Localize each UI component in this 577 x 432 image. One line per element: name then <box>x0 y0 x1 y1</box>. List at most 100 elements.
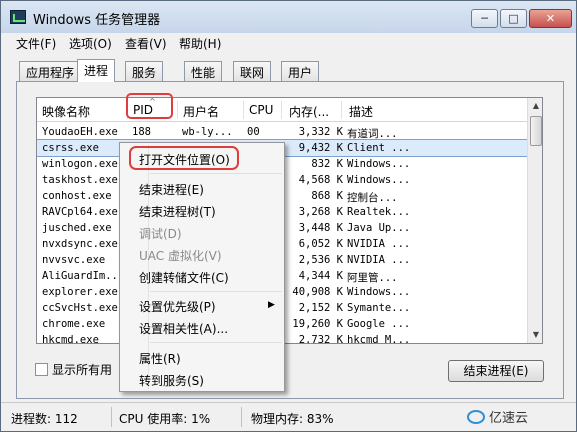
menu-end-process-tree[interactable]: 结束进程树(T) <box>139 203 216 220</box>
cell-memory: 3,332 K <box>298 126 343 138</box>
column-divider[interactable] <box>243 101 244 119</box>
process-list[interactable]: 映像名称 PID ^ 用户名 CPU 内存(... 描述 YoudaoEH.ex… <box>36 97 543 344</box>
cell-image-name: YoudaoEH.exe <box>42 126 118 138</box>
header-image-name[interactable]: 映像名称 <box>42 103 90 120</box>
status-divider <box>111 407 112 427</box>
show-all-label: 显示所有用 <box>52 363 113 377</box>
cell-memory: 3,268 K <box>298 206 343 218</box>
cell-image-name: jusched.exe <box>42 222 112 234</box>
tab-networking[interactable]: 联网 <box>233 61 272 81</box>
cell-image-name: csrss.exe <box>42 142 99 154</box>
menu-end-process[interactable]: 结束进程(E) <box>139 181 204 198</box>
cell-description: Symante... <box>347 302 411 314</box>
tab-strip: 应用程序 进程 服务 性能 联网 用户 <box>1 59 576 82</box>
processes-panel: 映像名称 PID ^ 用户名 CPU 内存(... 描述 YoudaoEH.ex… <box>16 81 564 399</box>
pid-column-highlight <box>126 93 173 119</box>
cell-description: 控制台... <box>347 192 398 204</box>
cell-description: NVIDIA ... <box>347 238 411 250</box>
brand-text: 亿速云 <box>489 411 529 426</box>
menu-uac-virtualization: UAC 虚拟化(V) <box>139 249 222 263</box>
menu-separator <box>150 173 282 174</box>
cell-memory: 2,152 K <box>298 302 343 314</box>
menu-set-affinity[interactable]: 设置相关性(A)... <box>139 320 228 337</box>
column-divider[interactable] <box>281 101 282 119</box>
cell-image-name: explorer.exe <box>42 286 118 298</box>
cell-memory: 40,908 K <box>292 286 343 298</box>
menu-view[interactable]: 查看(V) <box>125 35 167 52</box>
window-title: Windows 任务管理器 <box>33 13 161 28</box>
cell-memory: 19,260 K <box>292 318 343 330</box>
menu-options[interactable]: 选项(O) <box>69 35 112 52</box>
menu-separator <box>150 291 282 292</box>
cell-image-name: conhost.exe <box>42 190 112 202</box>
cell-description: Windows... <box>347 286 411 298</box>
menu-properties[interactable]: 属性(R) <box>139 350 181 367</box>
tab-applications[interactable]: 应用程序 <box>19 61 82 81</box>
header-memory[interactable]: 内存(... <box>289 103 329 120</box>
minimize-button[interactable]: ─ <box>471 9 498 28</box>
menu-create-dump-file[interactable]: 创建转储文件(C) <box>139 269 229 286</box>
column-divider[interactable] <box>177 101 178 119</box>
end-process-button[interactable]: 结束进程(E) <box>448 360 544 382</box>
scroll-down-icon[interactable]: ▼ <box>528 327 542 343</box>
open-location-highlight <box>129 146 239 170</box>
cell-image-name: AliGuardIm... <box>42 270 125 282</box>
scroll-up-icon[interactable]: ▲ <box>528 98 542 114</box>
brand-watermark: 亿速云 <box>467 407 528 426</box>
cell-username: wb-ly... <box>182 126 233 138</box>
cell-memory: 4,344 K <box>298 270 343 282</box>
cell-image-name: RAVCpl64.exe <box>42 206 118 218</box>
menu-bar: 文件(F) 选项(O) 查看(V) 帮助(H) <box>1 33 576 53</box>
cell-description: NVIDIA ... <box>347 254 411 266</box>
show-all-processes[interactable]: 显示所有用 <box>35 361 112 378</box>
context-menu: 打开文件位置(O) 结束进程(E) 结束进程树(T) 调试(D) UAC 虚拟化… <box>119 142 285 392</box>
menu-help[interactable]: 帮助(H) <box>179 35 221 52</box>
cell-image-name: nvvsvc.exe <box>42 254 106 266</box>
tab-services[interactable]: 服务 <box>125 61 164 81</box>
cell-memory: 2,732 K <box>298 334 343 344</box>
status-bar: 进程数: 112 CPU 使用率: 1% 物理内存: 83% 亿速云 <box>1 402 576 431</box>
task-manager-icon <box>10 10 26 24</box>
status-physical-memory: 物理内存: 83% <box>251 412 334 426</box>
scrollbar-thumb[interactable] <box>530 116 542 146</box>
tab-performance[interactable]: 性能 <box>184 61 223 81</box>
submenu-arrow-icon: ▶ <box>268 300 275 310</box>
cell-description: Google ... <box>347 318 411 330</box>
cell-memory: 9,432 K <box>298 142 343 154</box>
cell-description: hkcmd M... <box>347 334 411 344</box>
cell-description: Client ... <box>347 142 411 154</box>
status-process-count: 进程数: 112 <box>11 412 78 426</box>
vertical-scrollbar[interactable]: ▲ ▼ <box>527 98 542 343</box>
column-divider[interactable] <box>341 101 342 119</box>
header-description[interactable]: 描述 <box>349 103 373 120</box>
menu-file[interactable]: 文件(F) <box>16 35 56 52</box>
close-button[interactable]: ✕ <box>529 9 572 28</box>
header-username[interactable]: 用户名 <box>183 103 219 120</box>
table-row[interactable]: YoudaoEH.exe 188 wb-ly... 00 3,332 K 有道词... <box>37 124 527 140</box>
task-manager-window: Windows 任务管理器 ─ □ ✕ 文件(F) 选项(O) 查看(V) 帮助… <box>0 0 577 432</box>
brand-logo-icon <box>467 410 485 424</box>
header-cpu[interactable]: CPU <box>249 103 273 117</box>
status-cpu-usage: CPU 使用率: 1% <box>119 412 211 426</box>
cell-pid: 188 <box>132 126 151 138</box>
show-all-checkbox[interactable] <box>35 363 48 376</box>
cell-description: 阿里管... <box>347 272 398 284</box>
menu-go-to-service[interactable]: 转到服务(S) <box>139 372 204 389</box>
title-bar[interactable]: Windows 任务管理器 ─ □ ✕ <box>1 1 576 33</box>
maximize-button[interactable]: □ <box>500 9 527 28</box>
column-headers: 映像名称 PID ^ 用户名 CPU 内存(... 描述 <box>37 98 527 122</box>
tab-users[interactable]: 用户 <box>281 61 320 81</box>
cell-memory: 868 K <box>311 190 343 202</box>
menu-set-priority[interactable]: 设置优先级(P) <box>139 298 216 315</box>
cell-memory: 4,568 K <box>298 174 343 186</box>
menu-separator <box>150 342 282 343</box>
cell-image-name: winlogon.exe <box>42 158 118 170</box>
cell-image-name: ccSvcHst.exe <box>42 302 118 314</box>
cell-image-name: chrome.exe <box>42 318 106 330</box>
cell-memory: 6,052 K <box>298 238 343 250</box>
cell-description: Windows... <box>347 174 411 186</box>
cell-description: 有道词... <box>347 128 398 140</box>
menu-debug: 调试(D) <box>139 227 182 241</box>
tab-processes[interactable]: 进程 <box>77 59 116 82</box>
cell-cpu: 00 <box>247 126 260 138</box>
